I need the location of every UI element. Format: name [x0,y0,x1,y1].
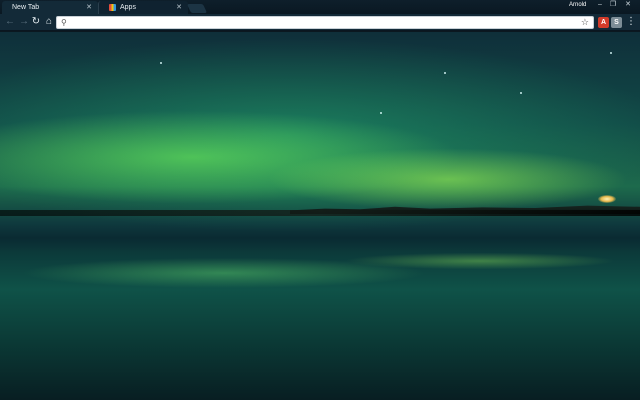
water-reflection [0,237,640,357]
arrow-right-icon: → [19,16,29,27]
home-button[interactable]: ⌂ [43,16,55,28]
tab-label: Apps [120,4,136,11]
new-tab-button[interactable] [186,4,208,13]
address-input[interactable] [71,17,571,28]
horizon-line [0,210,640,216]
arrow-left-icon: ← [5,16,15,27]
tab-strip: New Tab ✕ Apps ✕ Arnold – ❐ ✕ [0,0,640,14]
profile-button[interactable]: Arnold [566,1,589,10]
extension-button[interactable]: S [611,17,622,28]
new-tab-background [0,32,640,400]
extension-button[interactable]: A [598,17,609,28]
reload-icon: ↻ [31,16,41,27]
reload-button[interactable]: ↻ [30,16,42,28]
tab-label: New Tab [12,4,40,11]
star-icon[interactable]: ☆ [581,17,589,28]
window-close-icon[interactable]: ✕ [622,1,634,9]
back-button[interactable]: ← [4,16,16,28]
star-dot [160,62,162,64]
town-lights [598,195,616,203]
search-icon: ⚲ [61,18,67,27]
maximize-icon[interactable]: ❐ [607,1,619,9]
star-dot [380,112,382,114]
minimize-icon[interactable]: – [594,1,606,9]
tab-apps[interactable]: Apps ✕ [98,1,188,14]
apps-icon [109,4,116,11]
star-dot [610,52,612,54]
star-dot [520,92,522,94]
home-icon: ⌂ [45,16,53,27]
star-dot [444,72,446,74]
kebab-menu-icon[interactable]: ⋮ [626,16,636,28]
forward-button[interactable]: → [18,16,30,28]
toolbar: ← → ↻ ⌂ ⚲ ☆ A S ⋮ [0,14,640,31]
close-tab-icon[interactable]: ✕ [86,3,92,12]
omnibox[interactable]: ⚲ ☆ [56,16,594,29]
close-tab-icon[interactable]: ✕ [176,3,182,12]
tab-new-tab[interactable]: New Tab ✕ [2,1,98,14]
